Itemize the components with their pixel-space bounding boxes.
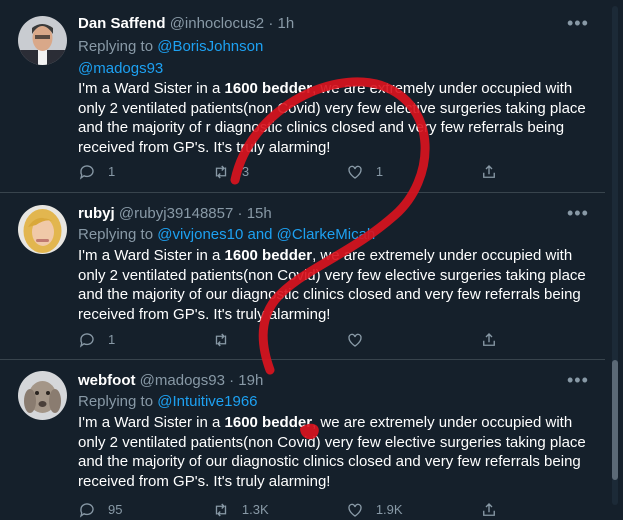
like-count: 1 [375,164,384,179]
reply-icon [79,503,94,518]
tweet-actions: 1 3 1 [78,162,518,182]
tweet-actions: 1 [78,330,518,350]
separator-dot: · [229,372,235,389]
retweet-icon [215,503,227,517]
mention-line: @madogs93 [78,59,163,79]
replying-to: Replying to @BorisJohnson [78,37,263,57]
like-icon [348,333,362,347]
share-icon [482,503,495,516]
timestamp[interactable]: 1h [277,15,294,32]
display-name[interactable]: rubyj [78,205,115,222]
retweet-button[interactable]: 1.3K [212,500,346,520]
display-name[interactable]: Dan Saffend [78,15,166,32]
scrollbar[interactable] [605,0,623,511]
reply-icon [79,333,94,348]
tweet-header: rubyj @rubyj39148857 · 15h [78,204,272,224]
timeline: Dan Saffend @inhoclocus2 · 1h ••• Replyi… [0,0,606,518]
tweet-text-highlight: 1600 bedder [224,247,313,264]
timestamp[interactable]: 19h [238,372,263,389]
tweet-text: I'm a Ward Sister in a 1600 bedder, we a… [78,246,593,324]
tweet-text-part: I'm a Ward Sister in a [78,80,225,97]
like-count: 1.9K [375,502,403,517]
reply-button[interactable]: 1 [78,162,212,182]
retweet-count: 1.3K [241,502,269,517]
reply-count: 95 [108,502,123,517]
share-icon [482,333,495,346]
like-icon [348,165,362,179]
reply-count: 1 [108,164,116,179]
user-handle[interactable]: @madogs93 [140,372,225,389]
tweet-text-highlight: 1600 bedder [224,414,313,431]
user-handle[interactable]: @rubyj39148857 [119,205,233,222]
tweet-text: I'm a Ward Sister in a 1600 bedder, we a… [78,79,593,157]
avatar[interactable] [18,205,67,254]
tweet-text-part: I'm a Ward Sister in a [78,414,225,431]
reply-count: 1 [108,332,116,347]
like-button[interactable]: 1.9K [346,500,480,520]
retweet-button[interactable]: 3 [212,162,346,182]
tweet-text-part: I'm a Ward Sister in a [78,247,225,264]
retweet-icon [215,333,227,347]
replying-to: Replying to @vivjones10 and @ClarkeMicah [78,225,375,245]
replying-to-label: Replying to [78,393,154,410]
reply-button[interactable]: 1 [78,330,212,350]
avatar[interactable] [18,371,67,420]
separator-dot: · [237,205,243,222]
retweet-count: 3 [241,164,250,179]
tweet-actions: 95 1.3K 1.9K [78,500,518,520]
mention-link[interactable]: @madogs93 [78,60,163,77]
reply-icon [79,165,94,180]
more-icon[interactable]: ••• [567,14,589,34]
like-button[interactable]: 1 [346,162,480,182]
like-button[interactable] [346,330,480,350]
replying-to: Replying to @Intuitive1966 [78,392,258,412]
separator-dot: · [268,15,274,32]
share-button[interactable] [480,162,518,182]
share-icon [482,165,495,178]
share-button[interactable] [480,330,518,350]
share-button[interactable] [480,500,518,520]
more-icon[interactable]: ••• [567,204,589,224]
display-name[interactable]: webfoot [78,372,136,389]
tweet[interactable]: rubyj @rubyj39148857 · 15h ••• Replying … [0,193,605,360]
replying-to-label: Replying to [78,38,154,55]
reply-button[interactable]: 95 [78,500,212,520]
mention-link[interactable]: @Intuitive1966 [157,393,257,410]
mention-link[interactable]: @vivjones10 and @ClarkeMicah [157,226,375,243]
avatar[interactable] [18,16,67,65]
user-handle[interactable]: @inhoclocus2 [170,15,264,32]
like-icon [348,503,362,517]
tweet-header: Dan Saffend @inhoclocus2 · 1h [78,14,294,34]
tweet[interactable]: webfoot @madogs93 · 19h ••• Replying to … [0,360,605,520]
tweet-text-highlight: 1600 bedder [224,80,313,97]
more-icon[interactable]: ••• [567,371,589,391]
retweet-icon [215,165,227,179]
tweet-header: webfoot @madogs93 · 19h [78,371,263,391]
mention-link[interactable]: @BorisJohnson [157,38,263,55]
tweet-text: I'm a Ward Sister in a 1600 bedder, we a… [78,413,593,491]
replying-to-label: Replying to [78,226,154,243]
timestamp[interactable]: 15h [247,205,272,222]
tweet[interactable]: Dan Saffend @inhoclocus2 · 1h ••• Replyi… [0,0,605,193]
scrollbar-thumb[interactable] [612,360,618,480]
retweet-button[interactable] [212,330,346,350]
